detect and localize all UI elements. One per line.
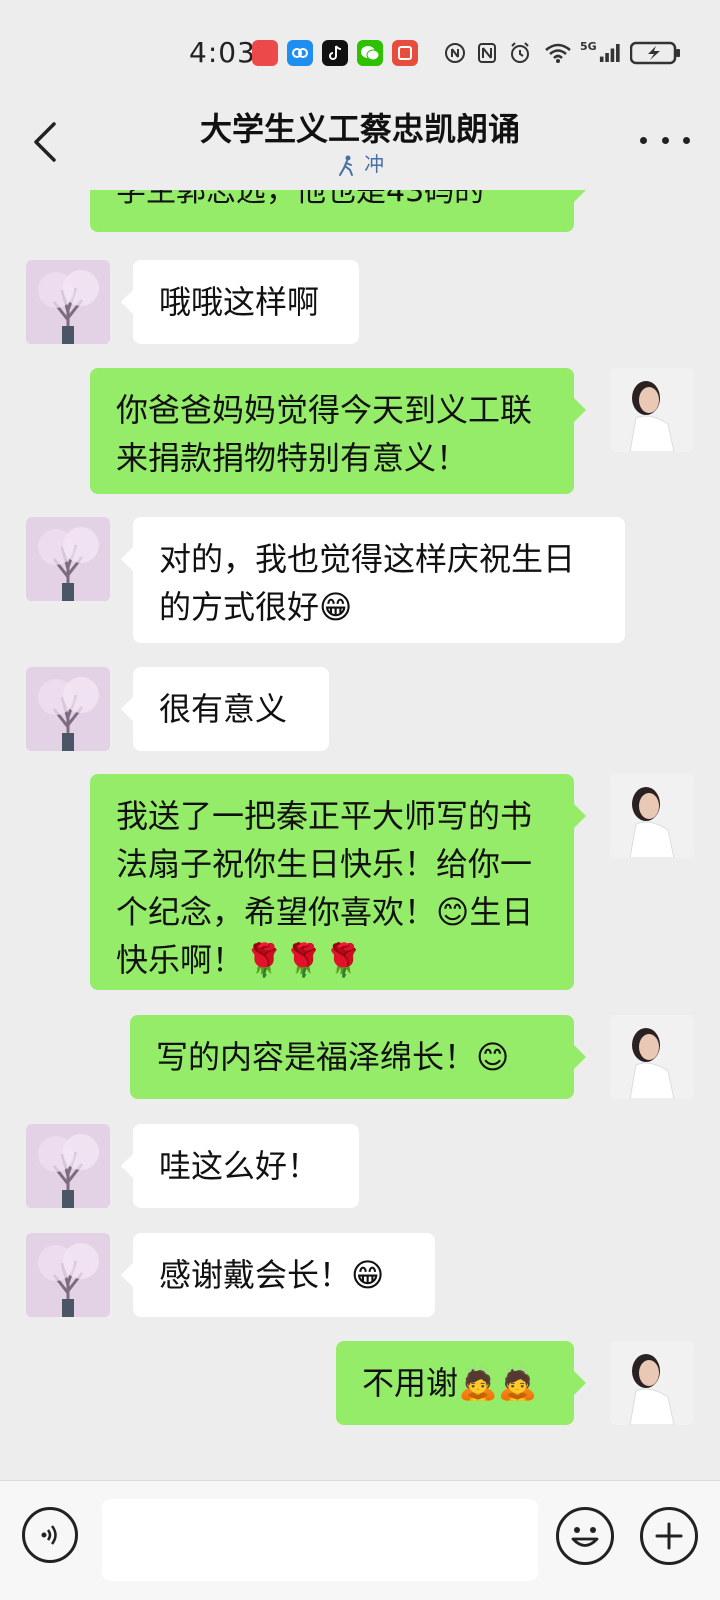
nfc-icon [443,40,467,66]
more-dot [661,136,669,144]
message-bubble-outgoing[interactable]: 你爸爸妈妈觉得今天到义工联来捐款捐物特别有意义！ [90,368,586,494]
wechat-icon [357,40,383,66]
more-dot [683,136,690,144]
message-text: 很有意义 [159,690,288,728]
message-text: 哦哦这样啊 [159,283,320,321]
message-row: 哇这么好！ [0,1124,720,1208]
wifi-icon [543,40,573,66]
woman-avatar-image [610,774,694,858]
message-row: 不用谢🙇🙇 [0,1341,720,1425]
more-button[interactable] [640,120,690,160]
xiaohongshu-icon [252,40,278,66]
chat-subtitle-text: 冲 [364,152,385,176]
avatar[interactable] [26,517,110,601]
message-input[interactable] [102,1499,538,1581]
avatar[interactable] [610,1341,694,1425]
voice-icon [41,1525,57,1545]
more-dots-icon [640,136,647,144]
tree-avatar-image [26,517,110,601]
woman-avatar-image [610,1341,694,1425]
woman-avatar-image [610,368,694,452]
message-text: 感谢戴会长！😁 [159,1256,385,1294]
wechat-chat-screen: 4:03 5G 大学生义工蔡忠凯朗诵 冲 学生郭志远，他也是43码的 哦哦这样啊… [0,0,720,1600]
message-text: 写的内容是福泽绵长！😊 [156,1038,510,1076]
emoji-icon [571,1527,599,1547]
plus-button[interactable] [640,1507,698,1565]
tree-avatar-image [26,260,110,344]
message-text: 对的，我也觉得这样庆祝生日的方式很好😁 [159,540,576,626]
avatar[interactable] [26,667,110,751]
message-bubble-incoming[interactable]: 对的，我也觉得这样庆祝生日的方式很好😁 [121,517,625,643]
network-label: 5G [580,40,597,53]
signal-icon: 5G [580,40,622,66]
message-row: 写的内容是福泽绵长！😊 [0,1015,720,1099]
redpacket-app-icon [392,40,418,66]
message-row: 哦哦这样啊 [0,260,720,344]
avatar[interactable] [26,1124,110,1208]
message-row: 很有意义 [0,667,720,751]
message-bubble-outgoing[interactable]: 学生郭志远，他也是43码的 [90,190,586,232]
plus-icon [655,1522,683,1550]
chat-subtitle: 冲 [0,148,720,177]
nfc-icon [476,40,498,66]
tree-avatar-image [26,1233,110,1317]
message-text: 我送了一把秦正平大师写的书法扇子祝你生日快乐！给你一个纪念，希望你喜欢！😊生日快… [116,797,534,979]
message-bubble-outgoing[interactable]: 写的内容是福泽绵长！😊 [130,1015,586,1099]
message-bubble-incoming[interactable]: 哇这么好！ [121,1124,359,1208]
avatar[interactable] [610,774,694,858]
message-list[interactable]: 学生郭志远，他也是43码的 哦哦这样啊 你爸爸妈妈觉得今天到义工联来捐款捐物特别… [0,190,720,1480]
message-bubble-incoming[interactable]: 哦哦这样啊 [121,260,359,344]
avatar[interactable] [610,368,694,452]
message-bubble-incoming[interactable]: 很有意义 [121,667,329,751]
status-time: 4:03 [189,36,256,69]
message-bubble-outgoing[interactable]: 不用谢🙇🙇 [336,1341,586,1425]
tree-avatar-image [26,667,110,751]
message-row: 对的，我也觉得这样庆祝生日的方式很好😁 [0,517,720,643]
emoji-button[interactable] [556,1507,614,1565]
message-text: 哇这么好！ [159,1147,320,1185]
message-bubble-outgoing[interactable]: 我送了一把秦正平大师写的书法扇子祝你生日快乐！给你一个纪念，希望你喜欢！😊生日快… [90,774,586,990]
avatar[interactable] [26,260,110,344]
chat-header: 大学生义工蔡忠凯朗诵 冲 [0,100,720,190]
input-bar [0,1480,720,1600]
running-person-icon [338,155,353,176]
tree-avatar-image [26,1124,110,1208]
avatar[interactable] [610,1015,694,1099]
message-text: 不用谢🙇🙇 [362,1364,538,1402]
cloud-app-icon [287,40,313,66]
message-row: 感谢戴会长！😁 [0,1233,720,1317]
battery-icon [630,40,682,66]
status-bar: 4:03 5G [0,0,720,100]
chat-title: 大学生义工蔡忠凯朗诵 [199,110,520,148]
alarm-icon [508,40,532,66]
message-row: 我送了一把秦正平大师写的书法扇子祝你生日快乐！给你一个纪念，希望你喜欢！😊生日快… [0,774,720,990]
message-bubble-incoming[interactable]: 感谢戴会长！😁 [121,1233,435,1317]
avatar[interactable] [26,1233,110,1317]
message-row: 学生郭志远，他也是43码的 [0,190,720,232]
voice-button[interactable] [22,1507,78,1563]
message-row: 你爸爸妈妈觉得今天到义工联来捐款捐物特别有意义！ [0,368,720,494]
message-text: 你爸爸妈妈觉得今天到义工联来捐款捐物特别有意义！ [116,391,533,477]
message-text: 学生郭志远，他也是43码的 [116,190,485,209]
woman-avatar-image [610,1015,694,1099]
tiktok-icon [322,40,348,66]
